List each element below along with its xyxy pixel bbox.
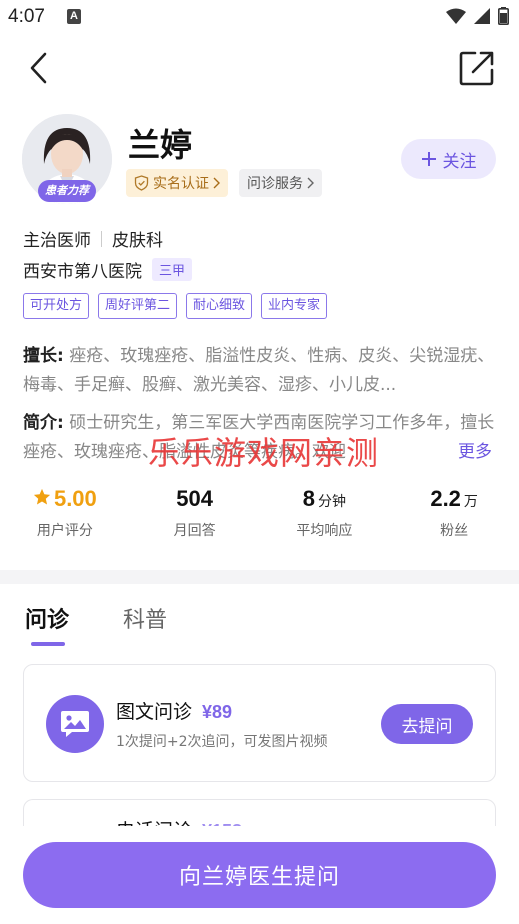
status-time: 4:07	[8, 6, 45, 27]
signal-icon	[474, 8, 490, 24]
tab-indicator	[31, 642, 65, 646]
skill-section: 擅长: 痤疮、玫瑰痤疮、脂溢性皮炎、性病、皮炎、尖锐湿疣、梅毒、手足癣、股癣、激…	[23, 342, 498, 400]
stat-value: 8 分钟	[303, 486, 346, 516]
share-button[interactable]	[457, 48, 497, 88]
response-unit: 分钟	[318, 494, 346, 510]
battery-icon	[498, 7, 509, 25]
nav-bar	[0, 40, 519, 96]
stat-response-time: 8 分钟 平均响应	[260, 486, 390, 546]
hospital-grade-badge: 三甲	[152, 258, 193, 281]
doctor-tag: 可开处方	[23, 293, 90, 319]
doctor-tag: 耐心细致	[186, 293, 253, 319]
avatar-badge: 患者力荐	[38, 180, 96, 202]
stat-rating: 5.00 用户评分	[0, 486, 130, 546]
verified-label: 实名认证	[153, 176, 209, 192]
doctor-tag: 周好评第二	[98, 293, 178, 319]
doctor-avatar[interactable]: 患者力荐	[22, 114, 112, 204]
service-card-text[interactable]: 图文问诊 ¥89 1次提问+2次追问，可发图片视频 去提问	[23, 664, 496, 782]
doctor-tag: 业内专家	[261, 293, 328, 319]
image-chat-icon	[46, 695, 104, 753]
shield-check-icon	[134, 175, 149, 191]
stat-fans: 2.2 万 粉丝	[389, 486, 519, 546]
doctor-tags: 可开处方 周好评第二 耐心细致 业内专家	[23, 293, 328, 319]
plus-icon	[421, 152, 436, 166]
service-desc: 1次提问+2次追问，可发图片视频	[116, 734, 328, 750]
back-button[interactable]	[20, 48, 56, 88]
stat-monthly-answers: 504 月回答	[130, 486, 260, 546]
stat-value: 504	[176, 486, 213, 516]
fans-value: 2.2	[430, 486, 461, 511]
rating-value: 5.00	[53, 486, 97, 511]
chevron-right-icon	[307, 177, 314, 189]
stat-value: 5.00	[33, 486, 97, 516]
follow-label: 关注	[442, 151, 477, 172]
doctor-department: 皮肤科	[112, 231, 163, 251]
fans-unit: 万	[463, 494, 478, 510]
service-tag[interactable]: 问诊服务	[239, 169, 322, 197]
stat-label: 粉丝	[440, 523, 469, 539]
service-label: 问诊服务	[247, 176, 303, 192]
hospital-line: 西安市第八医院 三甲	[23, 257, 193, 282]
chevron-left-icon	[30, 52, 47, 84]
content-tabs: 问诊 科普	[0, 600, 519, 648]
service-title-row: 图文问诊 ¥89	[116, 697, 232, 724]
chevron-right-icon	[213, 177, 220, 189]
hospital-name[interactable]: 西安市第八医院	[23, 257, 142, 282]
doctor-name: 兰婷	[128, 126, 193, 164]
stat-label: 用户评分	[36, 523, 93, 539]
stats-row: 5.00 用户评分 504 月回答 8 分钟 平均响应 2.2 万 粉丝	[0, 486, 519, 546]
skill-label: 擅长:	[23, 346, 64, 366]
watermark: 乐乐游戏网亲测	[148, 434, 380, 472]
more-link[interactable]: 更多	[438, 438, 492, 467]
stat-label: 平均响应	[296, 523, 353, 539]
intro-label: 简介:	[23, 413, 64, 433]
stat-value: 2.2 万	[430, 486, 478, 516]
service-title: 图文问诊	[116, 701, 193, 723]
doctor-title: 主治医师	[23, 231, 91, 251]
tab-consult[interactable]: 问诊	[25, 602, 69, 634]
section-divider	[0, 570, 519, 584]
stat-label: 月回答	[173, 523, 216, 539]
ask-button[interactable]: 去提问	[381, 704, 473, 744]
divider	[101, 230, 102, 247]
service-price: ¥89	[202, 702, 233, 722]
share-icon	[459, 51, 494, 86]
follow-button[interactable]: 关注	[401, 139, 496, 179]
doctor-title-line: 主治医师 皮肤科	[23, 226, 163, 251]
tab-science[interactable]: 科普	[123, 602, 167, 634]
status-bar: 4:07 A	[0, 0, 519, 36]
notification-icon: A	[67, 9, 81, 24]
response-value: 8	[302, 486, 315, 511]
answers-value: 504	[176, 486, 213, 511]
skill-text: 痤疮、玫瑰痤疮、脂溢性皮炎、性病、皮炎、尖锐湿疣、梅毒、手足癣、股癣、激光美容、…	[23, 346, 495, 395]
ask-doctor-button[interactable]: 向兰婷医生提问	[23, 842, 496, 908]
verified-tag[interactable]: 实名认证	[126, 169, 228, 197]
wifi-icon	[446, 8, 466, 24]
star-icon	[33, 488, 51, 505]
